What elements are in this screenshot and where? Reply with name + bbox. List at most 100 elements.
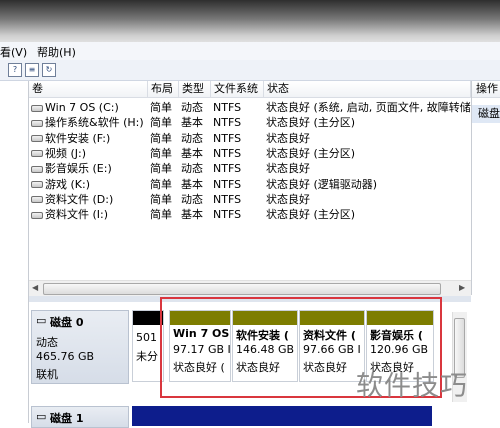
volume-drive-icon	[31, 104, 43, 112]
volume-name: 软件安装 (F:)	[45, 131, 111, 145]
volume-name-cell: 资料文件 (D:)	[31, 192, 113, 207]
volume-row[interactable]: 视频 (J:) 简单 基本 NTFS 状态良好 (主分区)	[29, 146, 471, 162]
action-pane: 操作 磁盘	[472, 81, 500, 423]
volume-row[interactable]: 资料文件 (I:) 简单 基本 NTFS 状态良好 (主分区)	[29, 207, 471, 223]
disk-1-label[interactable]: ▭ 磁盘 1	[31, 406, 129, 428]
watermark: 软件技巧	[356, 371, 468, 402]
volume-row[interactable]: 影音娱乐 (E:) 简单 动态 NTFS 状态良好	[29, 161, 471, 177]
disk-0-size: 465.76 GB	[36, 350, 95, 363]
volume-name-cell: 视频 (J:)	[31, 146, 86, 161]
volume-status-cell: 状态良好 (主分区)	[266, 116, 356, 130]
volume-layout-cell: 简单	[150, 162, 172, 176]
menu-help[interactable]: 帮助(H)	[37, 44, 76, 60]
disk-1-icon: ▭	[36, 410, 47, 423]
volume-name-cell: 资料文件 (I:)	[31, 207, 108, 222]
background-photo	[0, 0, 500, 42]
volume-status-cell: 状态良好 (主分区)	[266, 146, 356, 160]
properties-icon[interactable]: ≡	[25, 63, 39, 77]
volume-fs-cell: NTFS	[213, 208, 242, 222]
volume-drive-icon	[31, 211, 43, 219]
volume-name-cell: Win 7 OS (C:)	[31, 100, 119, 115]
volume-name-cell: 操作系统&软件 (H:)	[31, 115, 144, 130]
volume-type-cell: 基本	[181, 146, 203, 160]
column-header-status[interactable]: 状态	[264, 81, 471, 98]
volume-status-cell: 状态良好	[266, 192, 310, 206]
volume-list: 卷 布局 类型 文件系统 状态 Win 7 OS (C:) 简单 动态 NTFS 状态良…	[29, 81, 472, 295]
disk-0-label[interactable]: ▭ 磁盘 0 动态 465.76 GB 联机	[31, 310, 129, 384]
scroll-left-arrow-icon[interactable]: ◀	[32, 283, 38, 292]
volume-name: 影音娱乐 (E:)	[45, 162, 112, 176]
refresh-icon[interactable]: ↻	[42, 63, 56, 77]
volume-status-cell: 状态良好 (主分区)	[266, 208, 356, 222]
volume-layout-cell: 简单	[150, 208, 172, 222]
volume-type-cell: 基本	[181, 177, 203, 191]
volume-type-cell: 动态	[181, 162, 203, 176]
disk-0-state: 联机	[36, 368, 58, 381]
volume-name: 资料文件 (I:)	[45, 208, 109, 222]
volume-type-cell: 动态	[181, 131, 203, 145]
action-pane-disk-item[interactable]: 磁盘	[472, 105, 500, 123]
disk-1-name: 磁盘 1	[50, 412, 84, 425]
disk-0-kind: 动态	[36, 336, 58, 349]
volume-layout-cell: 简单	[150, 101, 172, 114]
volume-layout-cell: 简单	[150, 146, 172, 160]
disk-1-partitions-bar[interactable]	[132, 406, 432, 426]
column-header-layout[interactable]: 布局	[148, 81, 179, 98]
column-header-filesystem[interactable]: 文件系统	[211, 81, 264, 98]
volume-name-cell: 游戏 (K:)	[31, 177, 90, 192]
volume-name: 操作系统&软件 (H:)	[45, 116, 144, 130]
volume-drive-icon	[31, 119, 43, 127]
toolbar: ? ≡ ↻	[0, 60, 500, 81]
volume-row[interactable]: 游戏 (K:) 简单 基本 NTFS 状态良好 (逻辑驱动器)	[29, 177, 471, 193]
volume-fs-cell: NTFS	[213, 131, 242, 145]
volume-name: 视频 (J:)	[45, 146, 87, 160]
volume-fs-cell: NTFS	[213, 146, 242, 160]
volume-name: Win 7 OS (C:)	[45, 101, 119, 114]
volume-drive-icon	[31, 165, 43, 173]
menu-bar: 看(V) 帮助(H)	[0, 42, 500, 61]
volume-layout-cell: 简单	[150, 116, 172, 130]
volume-row[interactable]: Win 7 OS (C:) 简单 动态 NTFS 状态良好 (系统, 启动, 页面文件,…	[29, 100, 471, 116]
scrollbar-thumb[interactable]	[43, 283, 441, 295]
help-icon[interactable]: ?	[8, 63, 22, 77]
volume-type-cell: 动态	[181, 192, 203, 206]
volume-status-cell: 状态良好	[266, 162, 310, 176]
volume-name-cell: 软件安装 (F:)	[31, 131, 110, 146]
unallocated-size: 501	[136, 331, 157, 344]
volume-fs-cell: NTFS	[213, 162, 242, 176]
volume-drive-icon	[31, 181, 43, 188]
volume-status-cell: 状态良好	[266, 131, 310, 145]
disk-0-icon: ▭	[36, 314, 47, 327]
volume-type-cell: 动态	[181, 101, 203, 114]
volume-type-cell: 基本	[181, 116, 203, 130]
volume-status-cell: 状态良好 (逻辑驱动器)	[266, 177, 378, 191]
scroll-right-arrow-icon[interactable]: ▶	[459, 283, 465, 292]
volume-layout-cell: 简单	[150, 131, 172, 145]
volume-status-cell: 状态良好 (系统, 启动, 页面文件, 故障转储	[266, 101, 471, 114]
volume-row[interactable]: 操作系统&软件 (H:) 简单 基本 NTFS 状态良好 (主分区)	[29, 115, 471, 131]
volume-layout-cell: 简单	[150, 192, 172, 206]
volume-fs-cell: NTFS	[213, 101, 242, 114]
menu-view[interactable]: 看(V)	[0, 44, 27, 60]
volume-name: 资料文件 (D:)	[45, 192, 114, 206]
volume-row[interactable]: 软件安装 (F:) 简单 动态 NTFS 状态良好	[29, 131, 471, 147]
column-header-type[interactable]: 类型	[179, 81, 211, 98]
volume-name-cell: 影音娱乐 (E:)	[31, 161, 112, 176]
volume-type-cell: 基本	[181, 208, 203, 222]
volume-drive-icon	[31, 135, 43, 143]
horizontal-scrollbar[interactable]: ◀ ▶	[29, 280, 471, 296]
volume-name: 游戏 (K:)	[45, 177, 90, 191]
volume-fs-cell: NTFS	[213, 192, 242, 206]
column-header-volume[interactable]: 卷	[29, 81, 148, 98]
unallocated-bar	[133, 311, 163, 325]
volume-fs-cell: NTFS	[213, 177, 242, 191]
unallocated-label: 未分	[136, 350, 158, 363]
disk-0-name: 磁盘 0	[50, 316, 84, 329]
volume-drive-icon	[31, 196, 43, 204]
volume-layout-cell: 简单	[150, 177, 172, 191]
volume-row[interactable]: 资料文件 (D:) 简单 动态 NTFS 状态良好	[29, 192, 471, 208]
action-pane-header: 操作	[472, 81, 500, 98]
volume-drive-icon	[31, 150, 43, 158]
volume-fs-cell: NTFS	[213, 116, 242, 130]
navigation-pane	[0, 81, 29, 423]
